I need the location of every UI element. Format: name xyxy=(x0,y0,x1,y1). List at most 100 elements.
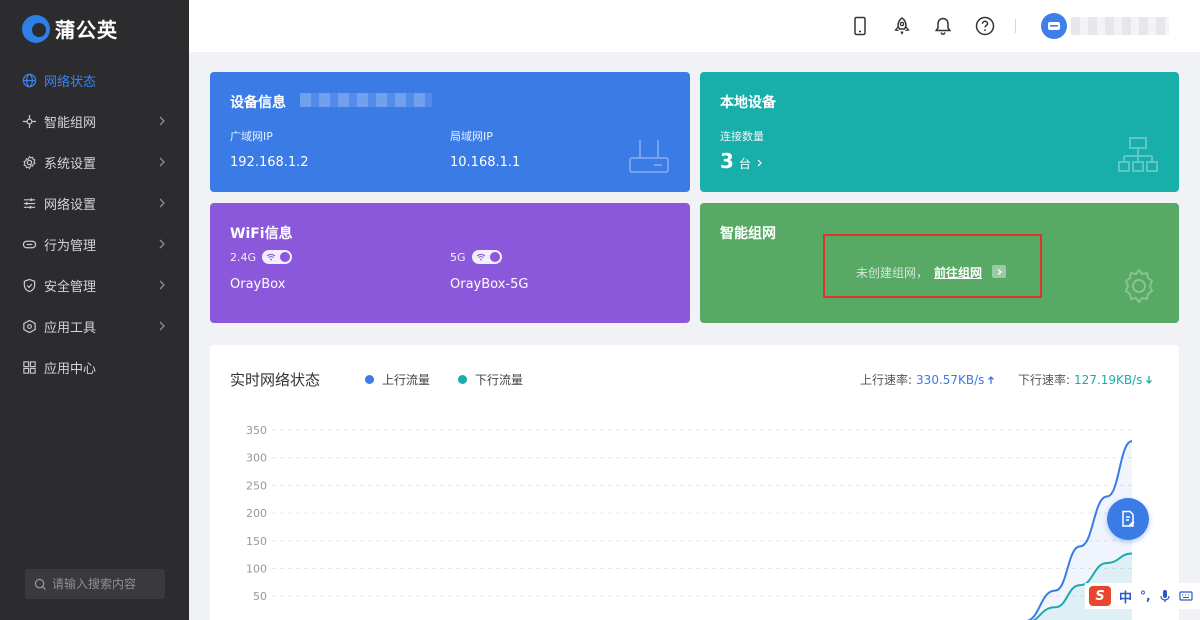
sidebar-item-label: 应用工具 xyxy=(44,321,97,336)
logo-mark-icon xyxy=(22,14,50,43)
sidebar-item-system-settings[interactable]: 系统设置 xyxy=(0,142,189,183)
y-tick-label: 50 xyxy=(253,590,267,603)
wifi-24g-label: 2.4G xyxy=(230,250,257,264)
ime-lang: 中 xyxy=(1119,590,1133,606)
sidebar-item-label: 安全管理 xyxy=(44,280,97,295)
legend-upload[interactable]: 上行流量 xyxy=(365,371,430,388)
sidebar-item-app-tools[interactable]: 应用工具 xyxy=(0,306,189,347)
sidebar-item-label: 行为管理 xyxy=(44,239,97,254)
mobile-icon[interactable] xyxy=(849,15,871,37)
router-avatar-icon xyxy=(1048,22,1060,30)
upload-rate-label: 上行速率: xyxy=(860,373,913,387)
legend-download[interactable]: 下行流量 xyxy=(458,371,523,388)
router-icon xyxy=(629,140,669,173)
connection-count-link[interactable]: 3 台 xyxy=(720,149,765,173)
sidebar-item-smart-network[interactable]: 智能组网 xyxy=(0,101,189,142)
wifi-24g-toggle[interactable] xyxy=(262,250,293,264)
device-info-card: 设备信息 广域网IP 192.168.1.2 局域网IP 10.168.1.1 xyxy=(210,72,690,192)
local-device-card: 本地设备 连接数量 3 台 xyxy=(700,72,1179,192)
sidebar-item-app-center[interactable]: 应用中心 xyxy=(0,347,189,388)
wifi-info-card: WiFi信息 2.4G OrayBox 5G OrayBox-5G xyxy=(210,203,690,323)
go-create-network-arrow[interactable] xyxy=(992,265,1006,278)
help-icon[interactable] xyxy=(974,15,996,37)
app-grid-icon xyxy=(22,360,37,375)
link-icon xyxy=(22,237,37,252)
wan-ip-value: 192.168.1.2 xyxy=(230,155,309,170)
connection-count-value: 3 xyxy=(720,149,734,173)
sidebar-item-label: 网络设置 xyxy=(44,198,97,213)
wifi-icon xyxy=(266,253,276,261)
connection-count-unit: 台 xyxy=(738,157,751,171)
gear-icon xyxy=(1124,268,1154,304)
sliders-icon xyxy=(22,196,37,211)
sidebar-item-security-management[interactable]: 安全管理 xyxy=(0,265,189,306)
microphone-icon[interactable] xyxy=(1159,589,1171,603)
y-tick-label: 200 xyxy=(246,507,267,520)
device-name-redacted xyxy=(300,93,432,107)
sidebar-nav: 网络状态 智能组网 系统设置 网络设置 行为管理 安全管理 应用工具 应用中心 xyxy=(0,60,189,388)
sidebar: 蒲公英 网络状态 智能组网 系统设置 网络设置 行为管理 安全管理 应用工具 应… xyxy=(0,0,189,620)
traffic-chart: 50 100 150 200 250 300 350 xyxy=(246,424,1133,620)
y-tick-label: 100 xyxy=(246,563,267,576)
network-node-icon xyxy=(22,114,37,129)
topology-icon xyxy=(1118,137,1158,172)
y-tick-label: 150 xyxy=(246,535,267,548)
gear-icon xyxy=(22,155,37,170)
go-create-network-link[interactable]: 前往组网 xyxy=(934,264,982,281)
lan-ip-value: 10.168.1.1 xyxy=(450,155,521,170)
sidebar-item-label: 应用中心 xyxy=(44,362,97,377)
card-title: 本地设备 xyxy=(720,95,776,111)
legend-label: 下行流量 xyxy=(475,373,524,387)
sidebar-item-behavior-management[interactable]: 行为管理 xyxy=(0,224,189,265)
username-redacted[interactable] xyxy=(1071,17,1169,35)
avatar[interactable] xyxy=(1041,13,1067,39)
keyboard-icon[interactable] xyxy=(1178,589,1193,603)
edit-document-icon xyxy=(1122,510,1135,527)
download-rate: 下行速率: 127.19KB/s xyxy=(1018,371,1153,388)
search-input[interactable] xyxy=(52,577,162,591)
punctuation-icon[interactable]: °, xyxy=(1140,589,1151,603)
arrow-down-icon xyxy=(1146,375,1153,384)
card-title: 设备信息 xyxy=(230,95,286,111)
mesh-status-text: 未创建组网， xyxy=(856,266,929,280)
cube-icon xyxy=(22,319,37,334)
rocket-icon[interactable] xyxy=(891,15,913,37)
sidebar-item-network-settings[interactable]: 网络设置 xyxy=(0,183,189,224)
y-tick-label: 300 xyxy=(246,452,267,465)
bell-icon[interactable] xyxy=(932,15,954,37)
chevron-right-icon xyxy=(159,321,165,331)
chevron-right-icon xyxy=(159,239,165,249)
wifi-icon xyxy=(476,253,485,261)
top-header xyxy=(189,0,1200,52)
sidebar-item-label: 网络状态 xyxy=(44,75,97,90)
search-icon xyxy=(34,578,47,590)
header-divider xyxy=(1015,19,1016,33)
card-title: WiFi信息 xyxy=(230,226,293,242)
panel-title: 实时网络状态 xyxy=(230,371,321,389)
legend-dot-download xyxy=(458,375,467,384)
globe-icon xyxy=(22,73,37,88)
card-title: 智能组网 xyxy=(720,226,776,242)
wifi-5g-toggle[interactable] xyxy=(471,250,502,264)
feedback-button[interactable] xyxy=(1107,498,1149,540)
chevron-right-icon xyxy=(159,198,165,208)
legend-label: 上行流量 xyxy=(382,373,431,387)
y-tick-label: 350 xyxy=(246,424,267,437)
upload-rate-value: 330.57KB/s xyxy=(916,372,985,387)
chevron-right-icon xyxy=(159,157,165,167)
app-logo[interactable]: 蒲公英 xyxy=(22,14,118,43)
wifi-5g-ssid: OrayBox-5G xyxy=(450,277,529,292)
chevron-right-icon xyxy=(757,159,762,167)
legend-dot-upload xyxy=(365,375,374,384)
wifi-5g-row: 5G xyxy=(450,250,502,264)
sogou-icon: S xyxy=(1089,586,1111,606)
wifi-24g-ssid: OrayBox xyxy=(230,277,286,292)
chevron-right-icon xyxy=(159,280,165,290)
download-rate-value: 127.19KB/s xyxy=(1074,372,1143,387)
y-tick-label: 250 xyxy=(246,479,267,492)
lan-ip-label: 局域网IP xyxy=(450,130,493,143)
sidebar-item-label: 智能组网 xyxy=(44,116,97,131)
ime-toolbar[interactable]: S 中 °, xyxy=(1085,583,1200,609)
download-rate-label: 下行速率: xyxy=(1018,373,1071,387)
sidebar-item-network-status[interactable]: 网络状态 xyxy=(0,60,189,101)
